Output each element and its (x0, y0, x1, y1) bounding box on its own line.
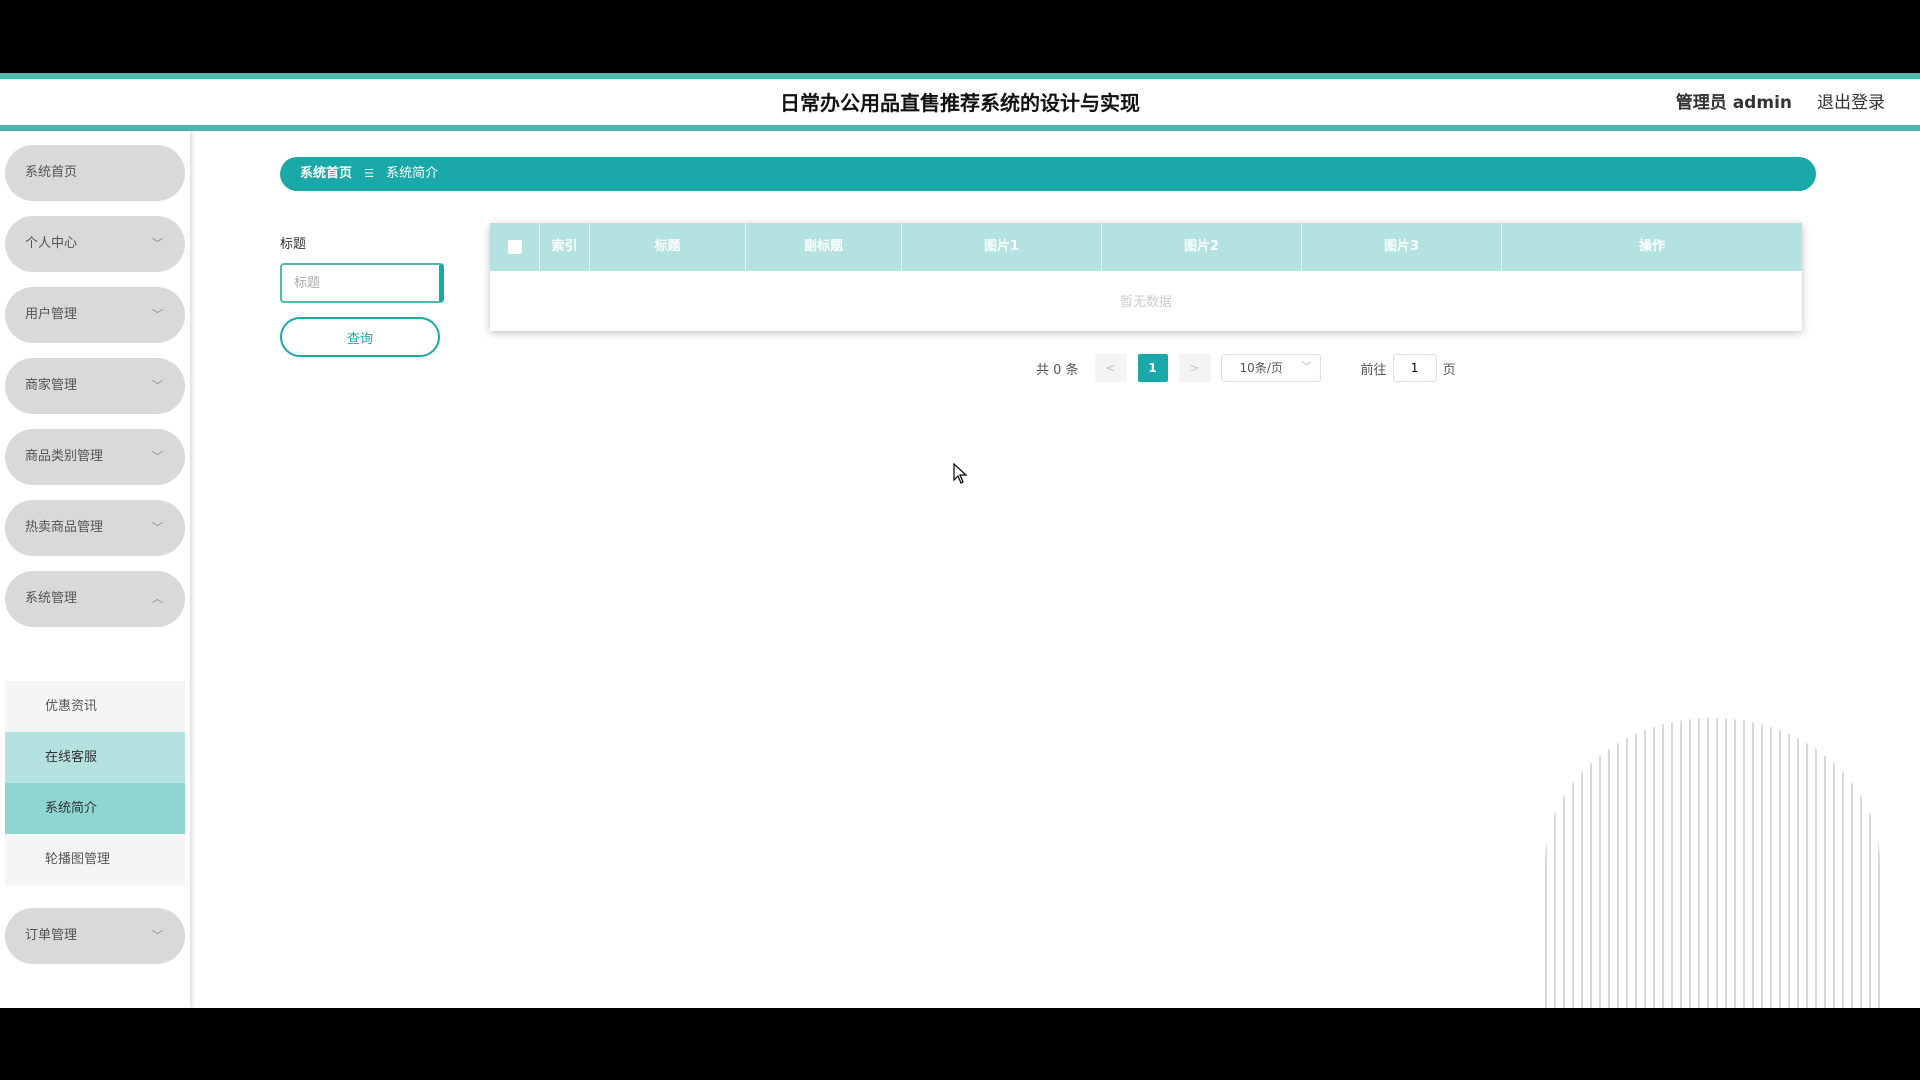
chevron-down-icon: ﹀ (152, 237, 163, 250)
select-all-checkbox[interactable] (490, 223, 540, 271)
chevron-down-icon: ﹀ (152, 379, 163, 392)
data-table: 索引 标题 副标题 图片1 图片2 图片3 操作 暂无数据 (490, 223, 1802, 331)
page-size-value: 10条/页 (1239, 361, 1283, 375)
app-window: 日常办公用品直售推荐系统的设计与实现 管理员 admin 退出登录 系统首页 个… (0, 73, 1920, 1008)
table-header: 索引 标题 副标题 图片1 图片2 图片3 操作 (490, 223, 1802, 271)
chevron-down-icon: ﹀ (152, 929, 163, 942)
sidebar-item-label: 热卖商品管理 (25, 520, 104, 535)
sidebar-item-merchant-management[interactable]: 商家管理 ﹀ (5, 358, 185, 414)
submenu-item-carousel-management[interactable]: 轮播图管理 (5, 834, 185, 885)
sidebar-item-label: 个人中心 (25, 236, 78, 251)
decorative-stripes (1545, 718, 1880, 1008)
sidebar-item-hot-products[interactable]: 热卖商品管理 ﹀ (5, 500, 185, 556)
page-number-button[interactable]: 1 (1137, 354, 1168, 382)
system-submenu: 优惠资讯 在线客服 系统简介 轮播图管理 (5, 681, 185, 885)
sidebar-item-label: 系统管理 (25, 591, 78, 606)
sidebar-item-label: 订单管理 (25, 928, 78, 943)
sidebar-item-label: 商家管理 (25, 378, 78, 393)
sidebar-item-order-management[interactable]: 订单管理 ﹀ (5, 908, 185, 964)
sidebar-item-user-management[interactable]: 用户管理 ﹀ (5, 287, 185, 343)
page-suffix: 页 (1442, 362, 1456, 378)
page-size-select[interactable]: 10条/页 ﹀ (1220, 354, 1321, 382)
sidebar-item-label: 商品类别管理 (25, 449, 104, 464)
column-header-index: 索引 (540, 223, 590, 271)
title-search-input[interactable] (280, 263, 444, 303)
column-header-subtitle: 副标题 (746, 223, 902, 271)
breadcrumb-current: 系统简介 (386, 166, 439, 181)
goto-page-input[interactable] (1392, 354, 1437, 382)
app-title: 日常办公用品直售推荐系统的设计与实现 (780, 91, 1140, 115)
next-page-button[interactable]: > (1178, 354, 1211, 382)
sidebar-item-home[interactable]: 系统首页 (5, 145, 185, 201)
total-count: 共 0 条 (1036, 362, 1079, 378)
sidebar-item-system-management[interactable]: 系统管理 ︿ (5, 571, 185, 627)
submenu-item-system-intro[interactable]: 系统简介 (5, 783, 185, 834)
sidebar: 系统首页 个人中心 ﹀ 用户管理 ﹀ 商家管理 ﹀ 商品类别管理 ﹀ 热卖商品管… (0, 131, 190, 1008)
query-button[interactable]: 查询 (280, 317, 440, 357)
column-header-actions: 操作 (1638, 239, 1665, 254)
column-header-image1: 图片1 (902, 223, 1102, 271)
checkbox-icon (507, 239, 522, 254)
prev-page-button[interactable]: < (1094, 354, 1127, 382)
search-label: 标题 (280, 237, 307, 252)
sidebar-item-personal-center[interactable]: 个人中心 ﹀ (5, 216, 185, 272)
breadcrumb: 系统首页 ☰ 系统简介 (280, 157, 1816, 191)
empty-state: 暂无数据 (1119, 295, 1172, 310)
breadcrumb-home[interactable]: 系统首页 (300, 166, 352, 181)
chevron-down-icon: ﹀ (1301, 362, 1312, 373)
column-header-title: 标题 (590, 223, 746, 271)
chevron-down-icon: ﹀ (152, 450, 163, 463)
sidebar-item-label: 用户管理 (25, 307, 78, 322)
column-header-image2: 图片2 (1102, 223, 1302, 271)
mouse-cursor-icon (953, 463, 968, 484)
user-info: 管理员 admin (1675, 93, 1792, 113)
top-bar: 日常办公用品直售推荐系统的设计与实现 管理员 admin 退出登录 (0, 73, 1920, 131)
logout-link[interactable]: 退出登录 (1817, 88, 1885, 113)
sidebar-item-category-management[interactable]: 商品类别管理 ﹀ (5, 429, 185, 485)
goto-label: 前往 (1360, 362, 1387, 378)
chevron-down-icon: ﹀ (152, 521, 163, 534)
pagination: 共 0 条 < 1 > 10条/页 ﹀ 前往 页 (1036, 353, 1456, 383)
sidebar-item-label: 系统首页 (25, 165, 78, 180)
column-header-image3: 图片3 (1302, 223, 1502, 271)
submenu-item-promotions[interactable]: 优惠资讯 (5, 681, 185, 732)
chevron-up-icon: ︿ (152, 592, 163, 605)
submenu-item-online-service[interactable]: 在线客服 (5, 732, 185, 783)
breadcrumb-separator-icon: ☰ (364, 167, 375, 180)
chevron-down-icon: ﹀ (152, 308, 163, 321)
